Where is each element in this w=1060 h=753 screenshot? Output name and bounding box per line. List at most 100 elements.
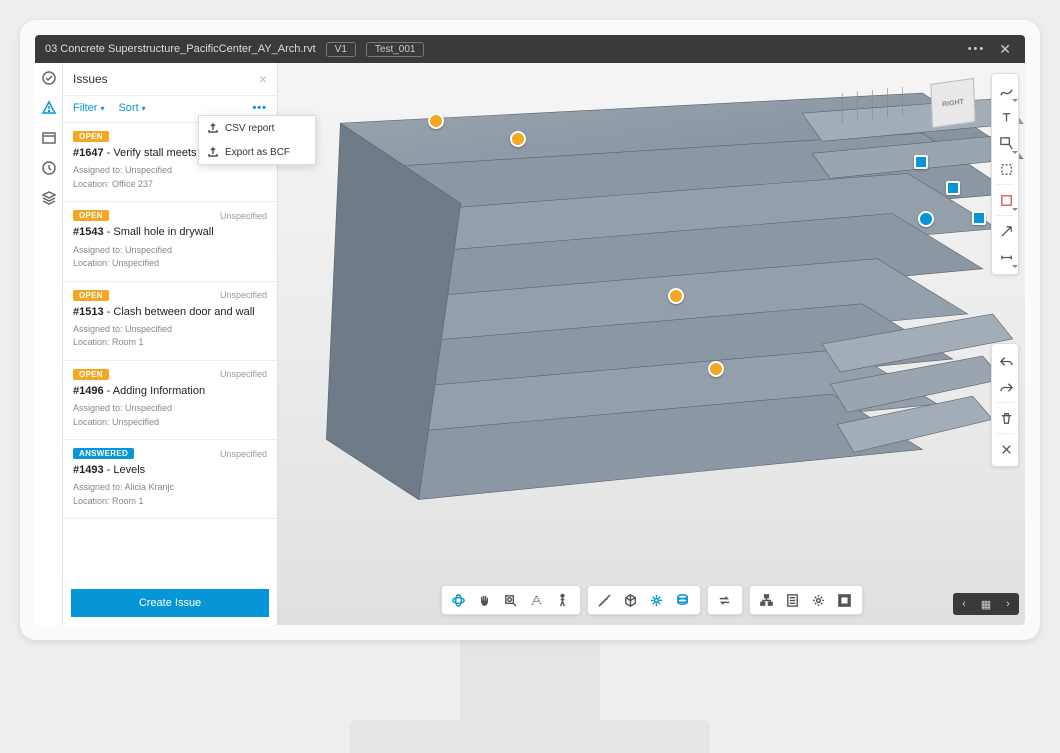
issue-marker[interactable] [918, 211, 934, 227]
rail-issues-icon[interactable] [40, 99, 58, 117]
properties-icon[interactable] [780, 589, 806, 611]
sort-dropdown[interactable]: Sort [118, 102, 145, 114]
csv-report-label: CSV report [225, 123, 274, 134]
filter-dropdown[interactable]: Filter [73, 102, 104, 114]
switch-view-icon[interactable] [712, 589, 738, 611]
export-icon [207, 122, 219, 134]
pan-tool-icon[interactable] [472, 589, 498, 611]
issue-location: Location: Unspecified [73, 257, 267, 271]
export-bcf-label: Export as BCF [225, 147, 290, 158]
titlebar: 03 Concrete Superstructure_PacificCenter… [35, 35, 1025, 63]
left-rail [35, 63, 63, 625]
create-issue-button[interactable]: Create Issue [71, 589, 269, 617]
issue-marker-sq[interactable] [914, 155, 928, 169]
sheet-grid-icon[interactable]: ▦ [975, 593, 997, 615]
levels-icon[interactable] [670, 589, 696, 611]
measure-tools-group [587, 585, 701, 615]
rail-checklist-icon[interactable] [40, 69, 58, 87]
section-icon[interactable] [618, 589, 644, 611]
issues-panel: Issues × Filter Sort ••• CSV report [63, 63, 278, 625]
issue-location: Location: Unspecified [73, 416, 267, 430]
redo-icon[interactable] [992, 374, 1020, 400]
delete-icon[interactable] [992, 405, 1020, 431]
issue-assigned: Assigned to: Alicia Kranjc [73, 481, 267, 495]
panel-close-icon[interactable]: × [259, 71, 267, 87]
issue-assigned: Assigned to: Unspecified [73, 402, 267, 416]
rail-layers-icon[interactable] [40, 189, 58, 207]
status-badge: OPEN [73, 290, 109, 301]
issue-list[interactable]: OPEN #1647 - Verify stall meets ADA Assi… [63, 123, 277, 581]
panel-more-button[interactable]: ••• [252, 102, 267, 114]
issue-item[interactable]: OPEN Unspecified #1496 - Adding Informat… [63, 361, 277, 440]
status-badge: ANSWERED [73, 448, 134, 459]
issue-marker-sq[interactable] [972, 211, 986, 225]
issue-marker[interactable] [510, 131, 526, 147]
monitor-stand-base [350, 720, 710, 753]
rail-history-icon[interactable] [40, 159, 58, 177]
freehand-tool-icon[interactable] [992, 78, 1020, 104]
walk-icon[interactable] [550, 589, 576, 611]
content-area: Issues × Filter Sort ••• CSV report [35, 63, 1025, 625]
building-model [278, 63, 1025, 625]
issue-location: Location: Office 237 [73, 178, 267, 192]
explode-icon[interactable] [644, 589, 670, 611]
screen: 03 Concrete Superstructure_PacificCenter… [35, 35, 1025, 625]
prev-sheet-icon[interactable]: ‹ [953, 593, 975, 615]
issue-location: Location: Room 1 [73, 495, 267, 509]
switch-group [707, 585, 743, 615]
status-badge: OPEN [73, 210, 109, 221]
shape-tool-icon[interactable] [992, 187, 1020, 213]
titlebar-close-icon[interactable]: ✕ [995, 41, 1015, 58]
issue-item[interactable]: ANSWERED Unspecified #1493 - Levels Assi… [63, 440, 277, 519]
issue-marker[interactable] [428, 113, 444, 129]
monitor-frame: 03 Concrete Superstructure_PacificCenter… [20, 20, 1040, 640]
nav-tools-group [441, 585, 581, 615]
panel-footer: Create Issue [63, 581, 277, 625]
issue-due: Unspecified [220, 369, 267, 379]
issue-due: Unspecified [220, 449, 267, 459]
status-badge: OPEN [73, 131, 109, 142]
file-name: 03 Concrete Superstructure_PacificCenter… [45, 43, 316, 55]
dimension-tool-icon[interactable] [992, 244, 1020, 270]
version-pill[interactable]: V1 [326, 42, 356, 57]
model-tools-group [749, 585, 863, 615]
issue-assigned: Assigned to: Unspecified [73, 164, 267, 178]
orbit-tool-icon[interactable] [446, 589, 472, 611]
text-tool-icon[interactable] [992, 104, 1020, 130]
next-sheet-icon[interactable]: › [997, 593, 1019, 615]
model-browser-icon[interactable] [754, 589, 780, 611]
monitor-stand-neck [460, 640, 600, 730]
zoom-tool-icon[interactable] [498, 589, 524, 611]
fullscreen-icon[interactable] [832, 589, 858, 611]
first-person-icon[interactable] [524, 589, 550, 611]
issue-marker[interactable] [668, 288, 684, 304]
test-pill[interactable]: Test_001 [366, 42, 425, 57]
issue-marker-sq[interactable] [946, 181, 960, 195]
view-cube[interactable]: RIGHT [931, 81, 975, 125]
undo-icon[interactable] [992, 348, 1020, 374]
select-tool-icon[interactable] [992, 156, 1020, 182]
issue-due: Unspecified [220, 211, 267, 221]
measure-icon[interactable] [592, 589, 618, 611]
status-badge: OPEN [73, 369, 109, 380]
markup-utility-toolbar [991, 343, 1019, 467]
issue-marker[interactable] [708, 361, 724, 377]
panel-header: Issues × [63, 63, 277, 96]
issue-item[interactable]: OPEN Unspecified #1513 - Clash between d… [63, 282, 277, 361]
export-popover: CSV report Export as BCF [198, 115, 316, 165]
titlebar-more-icon[interactable]: ••• [968, 43, 986, 55]
issue-assigned: Assigned to: Unspecified [73, 323, 267, 337]
rail-properties-icon[interactable] [40, 129, 58, 147]
callout-tool-icon[interactable] [992, 130, 1020, 156]
csv-report-item[interactable]: CSV report [199, 116, 315, 140]
issue-item[interactable]: OPEN Unspecified #1543 - Small hole in d… [63, 202, 277, 281]
settings-icon[interactable] [806, 589, 832, 611]
issue-title: #1543 - Small hole in drywall [73, 225, 267, 239]
issue-title: #1496 - Adding Information [73, 384, 267, 398]
arrow-tool-icon[interactable] [992, 218, 1020, 244]
export-bcf-item[interactable]: Export as BCF [199, 140, 315, 164]
close-markup-icon[interactable] [992, 436, 1020, 462]
viewport-3d[interactable]: RIGHT [278, 63, 1025, 625]
panel-title: Issues [73, 72, 108, 86]
viewer-toolbar [441, 585, 863, 615]
